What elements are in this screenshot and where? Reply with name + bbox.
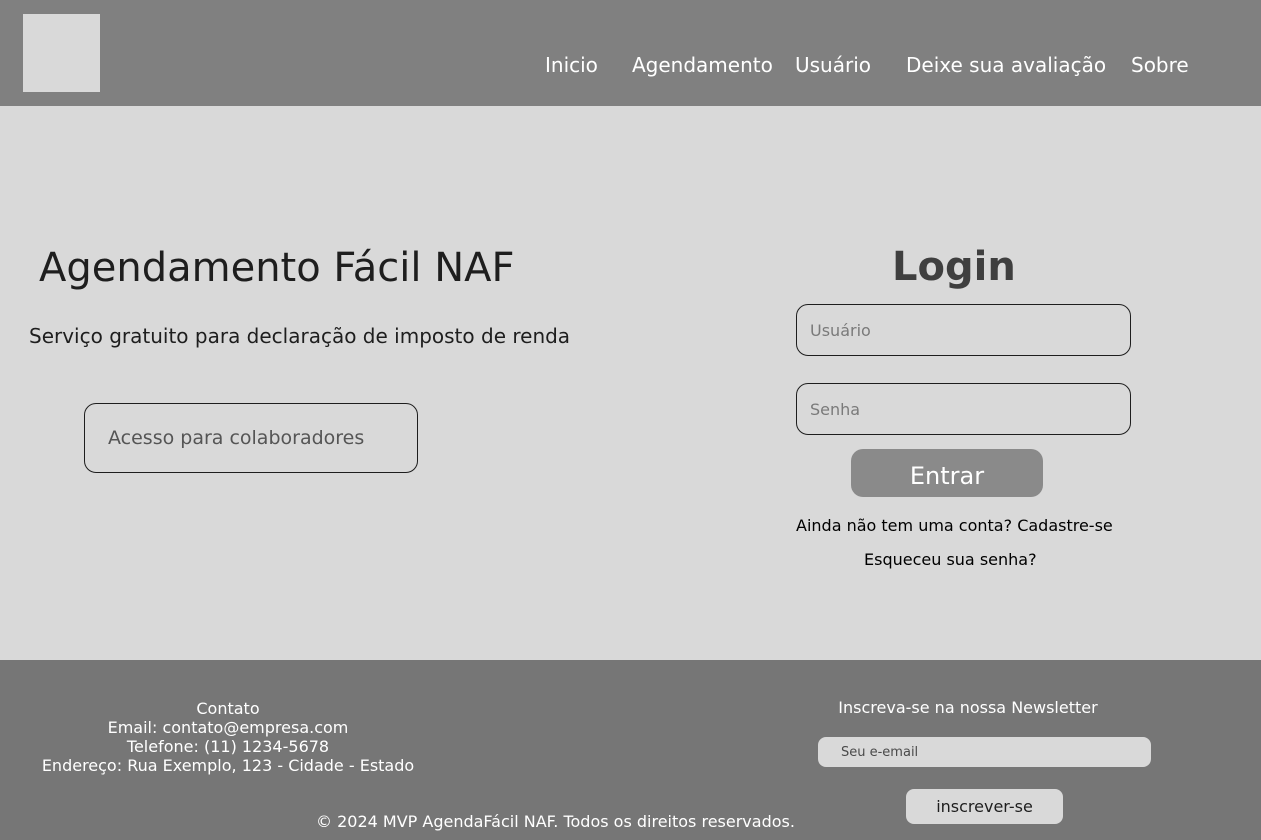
newsletter-email-input[interactable] [818, 737, 1151, 767]
top-header: Inicio Agendamento Usuário Deixe sua ava… [0, 0, 1261, 106]
contact-block: Contato Email: contato@empresa.com Telef… [28, 699, 428, 775]
copyright-text: © 2024 MVP AgendaFácil NAF. Todos os dir… [316, 812, 795, 831]
collaborators-access-button[interactable]: Acesso para colaboradores [84, 403, 418, 473]
nav-inicio[interactable]: Inicio [545, 53, 598, 77]
password-input[interactable] [796, 383, 1131, 435]
nav-sobre[interactable]: Sobre [1131, 53, 1189, 77]
hero-title: Agendamento Fácil NAF [39, 245, 515, 291]
signup-link[interactable]: Ainda não tem uma conta? Cadastre-se [796, 516, 1113, 536]
nav-agendamento[interactable]: Agendamento [632, 53, 773, 77]
enter-button[interactable]: Entrar [851, 449, 1043, 497]
username-input[interactable] [796, 304, 1131, 356]
nav-avaliacao[interactable]: Deixe sua avaliação [906, 53, 1106, 77]
logo-placeholder[interactable] [23, 14, 100, 92]
subscribe-button[interactable]: inscrever-se [906, 789, 1063, 824]
contact-phone: Telefone: (11) 1234-5678 [126, 737, 330, 756]
login-title: Login [892, 244, 1016, 290]
hero-subtitle: Serviço gratuito para declaração de impo… [29, 324, 571, 348]
contact-heading: Contato [196, 699, 260, 718]
nav-usuario[interactable]: Usuário [795, 53, 871, 77]
contact-address: Endereço: Rua Exemplo, 123 - Cidade - Es… [41, 756, 415, 775]
contact-email: Email: contato@empresa.com [107, 718, 349, 737]
newsletter-title: Inscreva-se na nossa Newsletter [838, 698, 1098, 717]
footer: Contato Email: contato@empresa.com Telef… [0, 660, 1261, 840]
forgot-password-link[interactable]: Esqueceu sua senha? [864, 550, 1037, 570]
